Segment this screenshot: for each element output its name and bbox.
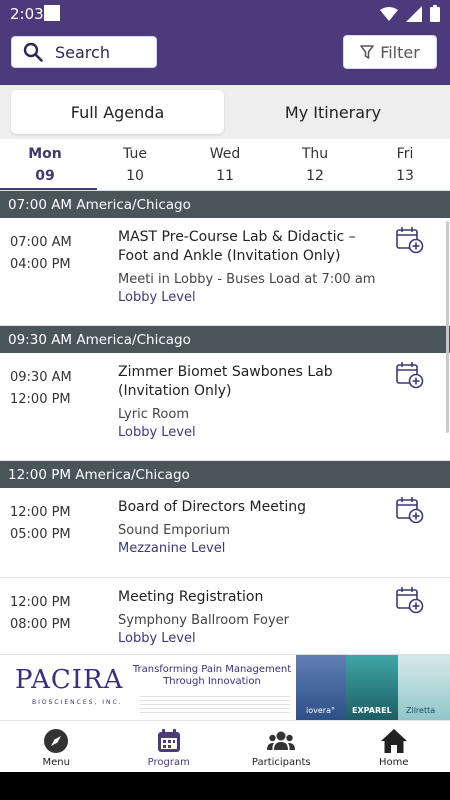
session-title: Zimmer Biomet Sawbones Lab (Invitation O… [118,364,333,399]
search-label: Search [55,42,110,62]
notification-icon [44,5,60,21]
status-time: 2:03 [10,5,44,23]
day-date: 12 [306,168,324,184]
session-times: 07:00 AM 04:00 PM [10,232,72,276]
status-icons [380,5,440,22]
time-group-header: 09:30 AM America/Chicago [0,326,450,353]
day-tab-mon[interactable]: Mon 09 [0,139,97,191]
battery-icon [430,5,440,22]
day-name: Fri [396,146,414,162]
session-body: Board of Directors Meeting Sound Emporiu… [118,498,378,558]
session-item[interactable]: 07:00 AM 04:00 PM MAST Pre-Course Lab & … [0,218,450,326]
product-panel-iovera: iovera° [296,655,346,721]
filter-label: Filter [380,42,420,62]
day-name: Mon [28,146,62,162]
day-name: Wed [209,146,241,162]
nav-participants[interactable]: Participants [225,721,338,773]
system-nav-bar [0,772,450,800]
time-group-header: 12:00 PM America/Chicago [0,461,450,488]
session-level: Mezzanine Level [118,541,226,556]
sponsor-fine-print [140,693,290,713]
tab-my-itinerary[interactable]: My Itinerary [228,90,438,134]
calendar-icon [157,729,180,752]
bottom-nav: Menu Program Participants Home [0,720,450,773]
nav-label: Home [378,757,409,768]
tab-full-agenda[interactable]: Full Agenda [11,90,224,134]
product-label: Zilretta [406,706,436,715]
nav-label: Menu [42,757,70,768]
session-times: 12:00 PM 05:00 PM [10,502,71,546]
nav-home[interactable]: Home [338,721,450,773]
add-to-calendar-icon[interactable] [396,586,424,614]
session-body: Meeting Registration Symphony Ballroom F… [118,588,378,648]
session-start: 09:30 AM [10,370,72,385]
add-to-calendar-icon[interactable] [396,496,424,524]
filter-button[interactable]: Filter [343,35,437,69]
session-location: Symphony Ballroom Foyer [118,613,289,628]
sponsor-tagline: Transforming Pain Management Through Inn… [132,664,292,687]
session-item[interactable]: 12:00 PM 05:00 PM Board of Directors Mee… [0,488,450,578]
sponsor-banner[interactable]: PACIRA BIOSCIENCES, INC. Transforming Pa… [0,654,450,721]
session-item[interactable]: 12:00 PM 08:00 PM Meeting Registration S… [0,578,450,654]
product-panel-exparel: EXPAREL [346,655,398,721]
session-body: MAST Pre-Course Lab & Didactic – Foot an… [118,228,378,307]
sponsor-logo-sub: BIOSCIENCES, INC. [32,699,123,706]
compass-icon [44,729,69,753]
signal-icon [406,5,422,22]
session-level: Lobby Level [118,631,196,646]
day-tab-fri[interactable]: Fri 13 [360,139,450,191]
home-icon [380,729,407,753]
time-group-header: 07:00 AM America/Chicago [0,191,450,218]
session-end: 12:00 PM [10,392,71,407]
session-start: 07:00 AM [10,235,72,250]
session-title: Board of Directors Meeting [118,499,306,515]
sponsor-logo: PACIRA [15,665,124,695]
session-level: Lobby Level [118,425,196,440]
session-location: Sound Emporium [118,523,231,538]
agenda-list[interactable]: 07:00 AM America/Chicago 07:00 AM 04:00 … [0,191,450,654]
session-location: Meeti in Lobby - Buses Load at 7:00 am [118,272,376,287]
app-header: Search Filter [0,28,450,85]
session-end: 08:00 PM [10,617,71,632]
session-title: MAST Pre-Course Lab & Didactic – Foot an… [118,229,356,264]
search-button[interactable]: Search [11,36,157,68]
day-tab-thu[interactable]: Thu 12 [270,139,360,191]
day-date: 10 [126,168,144,184]
nav-label: Participants [251,757,311,768]
agenda-tabs: Full Agenda My Itinerary [0,85,450,139]
session-start: 12:00 PM [10,505,71,520]
add-to-calendar-icon[interactable] [396,361,424,389]
day-selector: Mon 09 Tue 10 Wed 11 Thu 12 Fri 13 [0,139,450,191]
product-label: EXPAREL [352,706,392,715]
session-times: 12:00 PM 08:00 PM [10,592,71,636]
day-tab-tue[interactable]: Tue 10 [90,139,180,191]
scrollbar[interactable] [446,221,449,433]
day-tab-wed[interactable]: Wed 11 [180,139,270,191]
status-bar: 2:03 [0,0,450,28]
people-icon [267,731,296,750]
search-icon [23,42,43,62]
session-location: Lyric Room [118,407,189,422]
session-times: 09:30 AM 12:00 PM [10,367,72,411]
session-start: 12:00 PM [10,595,71,610]
add-to-calendar-icon[interactable] [396,226,424,254]
day-date: 13 [396,168,414,184]
day-name: Tue [123,146,147,162]
session-level: Lobby Level [118,290,196,305]
session-item[interactable]: 09:30 AM 12:00 PM Zimmer Biomet Sawbones… [0,353,450,461]
day-name: Thu [301,146,329,162]
day-date: 11 [216,168,234,184]
nav-label: Program [147,757,190,768]
wifi-icon [380,6,398,21]
product-label: iovera° [306,706,335,715]
nav-menu[interactable]: Menu [0,721,113,773]
session-end: 04:00 PM [10,257,71,272]
nav-program[interactable]: Program [113,721,226,773]
product-panel-zilretta: Zilretta [398,655,450,721]
session-body: Zimmer Biomet Sawbones Lab (Invitation O… [118,363,378,442]
session-title: Meeting Registration [118,589,264,605]
filter-icon [360,45,374,59]
day-date: 09 [35,168,55,184]
session-end: 05:00 PM [10,527,71,542]
